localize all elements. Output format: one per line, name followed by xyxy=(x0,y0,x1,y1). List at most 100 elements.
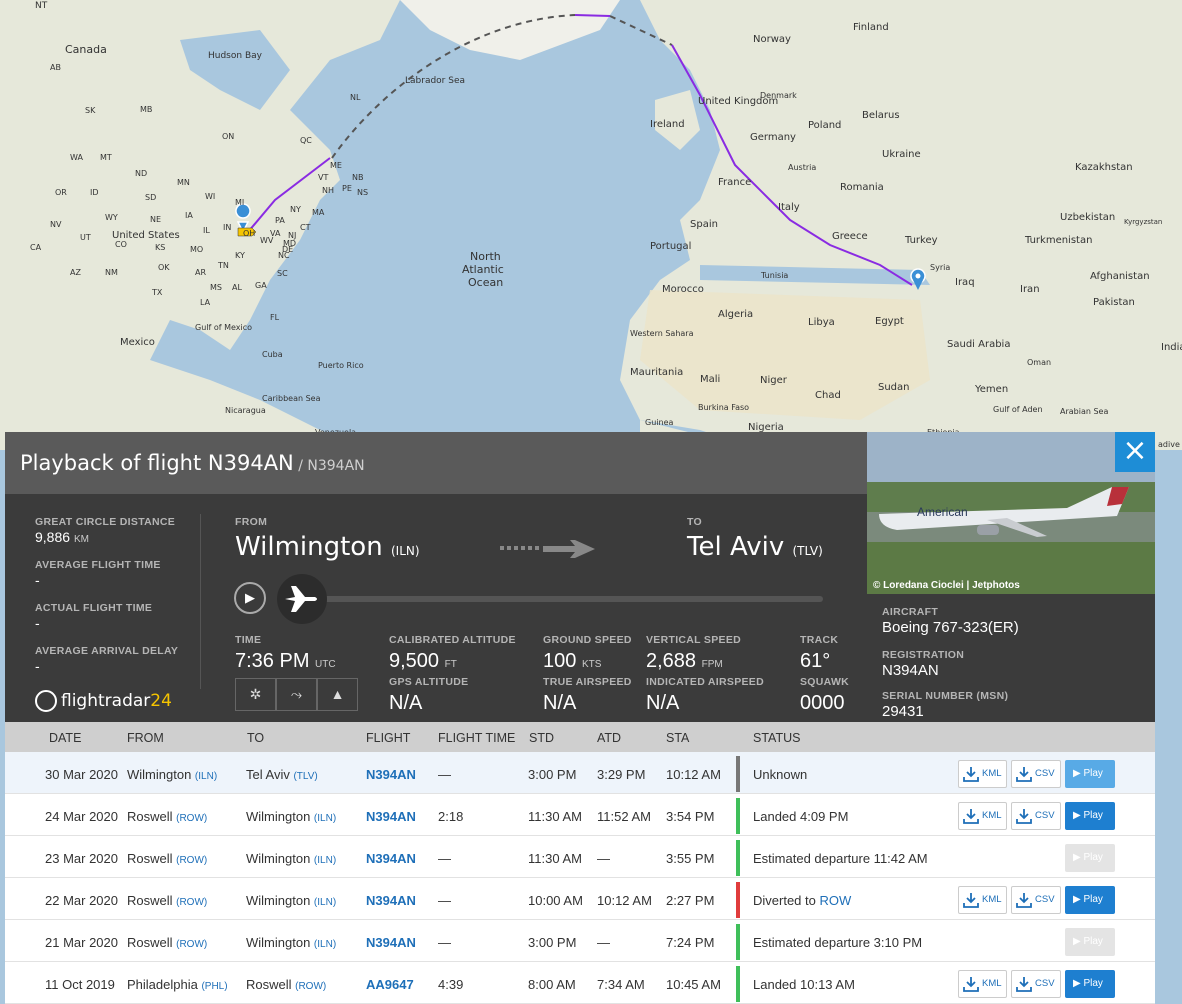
table-row[interactable]: 22 Mar 2020 Roswell (ROW) Wilmington (ILN)… xyxy=(5,878,1155,920)
cell-from[interactable]: Philadelphia (PHL) xyxy=(127,977,228,992)
map-label: CT xyxy=(300,223,311,232)
kml-download-button[interactable]: KML xyxy=(958,802,1007,830)
csv-download-button[interactable]: CSV xyxy=(1011,802,1061,830)
vs-value: 2,688 FPM xyxy=(646,650,723,672)
route-button[interactable]: ⤳ xyxy=(276,678,317,711)
csv-download-button[interactable]: CSV xyxy=(1011,970,1061,998)
col-date[interactable]: DATE xyxy=(49,731,81,745)
map-label: Guinea xyxy=(645,418,673,427)
cell-flight[interactable]: N394AN xyxy=(366,851,416,866)
col-status[interactable]: STATUS xyxy=(753,731,800,745)
kml-download-button[interactable]: KML xyxy=(958,760,1007,788)
map-label: OH xyxy=(243,229,255,238)
track-value: 61° xyxy=(800,650,831,672)
cell-from[interactable]: Roswell (ROW) xyxy=(127,809,207,824)
kml-download-button[interactable]: KML xyxy=(958,970,1007,998)
cell-to[interactable]: Roswell (ROW) xyxy=(246,977,326,992)
cell-sta: 2:27 PM xyxy=(666,893,715,908)
map-label: Mauritania xyxy=(630,367,683,378)
map-label: Atlantic xyxy=(462,263,504,276)
cell-flight[interactable]: N394AN xyxy=(366,893,416,908)
gs-value: 100 KTS xyxy=(543,650,602,672)
row-play-button[interactable]: ▶ Play xyxy=(1065,802,1115,830)
cell-to[interactable]: Wilmington (ILN) xyxy=(246,851,336,866)
table-row[interactable]: 11 Oct 2019 Philadelphia (PHL) Roswell (RO… xyxy=(5,962,1155,1004)
map-label: MA xyxy=(312,208,325,217)
cell-from[interactable]: Roswell (ROW) xyxy=(127,893,207,908)
map-label: IA xyxy=(185,211,193,220)
panel-header: Playback of flight N394AN / N394AN xyxy=(5,432,867,494)
playback-panel: Playback of flight N394AN / N394AN Ameri… xyxy=(5,432,1155,1004)
cell-flight[interactable]: AA9647 xyxy=(366,977,414,992)
to-airport[interactable]: Tel Aviv (TLV) xyxy=(687,532,823,562)
aircraft-info: AIRCRAFT Boeing 767-323(ER) REGISTRATION… xyxy=(867,594,1155,722)
cell-from[interactable]: Roswell (ROW) xyxy=(127,935,207,950)
map-label: NM xyxy=(105,268,118,277)
cell-flight[interactable]: N394AN xyxy=(366,935,416,950)
playback-slider[interactable] xyxy=(305,596,823,602)
cell-atd: 10:12 AM xyxy=(597,893,652,908)
map-label: Algeria xyxy=(718,309,753,320)
status-bar xyxy=(736,798,740,834)
cell-to[interactable]: Wilmington (ILN) xyxy=(246,893,336,908)
cell-std: 10:00 AM xyxy=(528,893,583,908)
slider-handle[interactable] xyxy=(277,574,327,624)
map-label: NL xyxy=(350,93,361,102)
map-label: Sudan xyxy=(878,382,910,393)
map-label: Hudson Bay xyxy=(208,51,263,61)
map-label: Syria xyxy=(930,263,950,272)
map-label: Burkina Faso xyxy=(698,403,749,412)
status-link[interactable]: ROW xyxy=(819,893,851,908)
flight-map[interactable]: NT Canada Hudson Bay Labrador Sea AB SK MB ON QC… xyxy=(0,0,1182,450)
table-row[interactable]: 23 Mar 2020 Roswell (ROW) Wilmington (ILN)… xyxy=(5,836,1155,878)
from-airport[interactable]: Wilmington (ILN) xyxy=(235,532,420,562)
close-button[interactable]: × xyxy=(1115,432,1155,472)
map-label: Mali xyxy=(700,374,720,385)
map-label: Uzbekistan xyxy=(1060,212,1115,223)
map-label: Egypt xyxy=(875,316,904,327)
cell-std: 11:30 AM xyxy=(528,809,582,824)
col-from[interactable]: FROM xyxy=(127,731,164,745)
cell-to[interactable]: Wilmington (ILN) xyxy=(246,935,336,950)
map-label: UT xyxy=(80,233,91,242)
col-std[interactable]: STD xyxy=(529,731,554,745)
row-play-button[interactable]: ▶ Play xyxy=(1065,760,1115,788)
cell-to[interactable]: Wilmington (ILN) xyxy=(246,809,336,824)
photo-credit: © Loredana Cioclei | Jetphotos xyxy=(873,580,1020,591)
aircraft-photo[interactable]: American © Loredana Cioclei | Jetphotos xyxy=(867,432,1155,594)
map-label: ON xyxy=(222,132,234,141)
cell-flight[interactable]: N394AN xyxy=(366,767,416,782)
map-label: AR xyxy=(195,268,206,277)
map-label: Germany xyxy=(750,132,796,143)
cell-flight[interactable]: N394AN xyxy=(366,809,416,824)
map-label: QC xyxy=(300,136,312,145)
cell-to[interactable]: Tel Aviv (TLV) xyxy=(246,767,318,782)
map-label: Ocean xyxy=(468,276,503,289)
table-row[interactable]: 24 Mar 2020 Roswell (ROW) Wilmington (ILN)… xyxy=(5,794,1155,836)
csv-download-button[interactable]: CSV xyxy=(1011,760,1061,788)
cell-date: 23 Mar 2020 xyxy=(45,851,118,866)
collapse-icon: ✲ xyxy=(249,686,262,702)
row-play-button[interactable]: ▶ Play xyxy=(1065,970,1115,998)
radar-icon xyxy=(35,690,57,712)
status-bar xyxy=(736,840,740,876)
collapse-button[interactable]: ✲ xyxy=(235,678,276,711)
aad-label: AVERAGE ARRIVAL DELAY xyxy=(35,645,179,657)
row-play-button[interactable]: ▶ Play xyxy=(1065,886,1115,914)
cell-from[interactable]: Wilmington (ILN) xyxy=(127,767,217,782)
col-sta[interactable]: STA xyxy=(666,731,689,745)
col-atd[interactable]: ATD xyxy=(597,731,621,745)
col-flight[interactable]: FLIGHT xyxy=(366,731,410,745)
col-to[interactable]: TO xyxy=(247,731,264,745)
col-flight-time[interactable]: FLIGHT TIME xyxy=(438,731,515,745)
airplane-icon xyxy=(285,586,317,612)
table-row[interactable]: 30 Mar 2020 Wilmington (ILN) Tel Aviv (TLV… xyxy=(5,752,1155,794)
kml-download-button[interactable]: KML xyxy=(958,886,1007,914)
map-label: Saudi Arabia xyxy=(947,339,1010,350)
graph-button[interactable]: ▲ xyxy=(317,678,358,711)
squawk-label: SQUAWK xyxy=(800,676,850,688)
play-button[interactable]: ▶ xyxy=(234,582,266,614)
cell-from[interactable]: Roswell (ROW) xyxy=(127,851,207,866)
table-row[interactable]: 21 Mar 2020 Roswell (ROW) Wilmington (ILN)… xyxy=(5,920,1155,962)
csv-download-button[interactable]: CSV xyxy=(1011,886,1061,914)
